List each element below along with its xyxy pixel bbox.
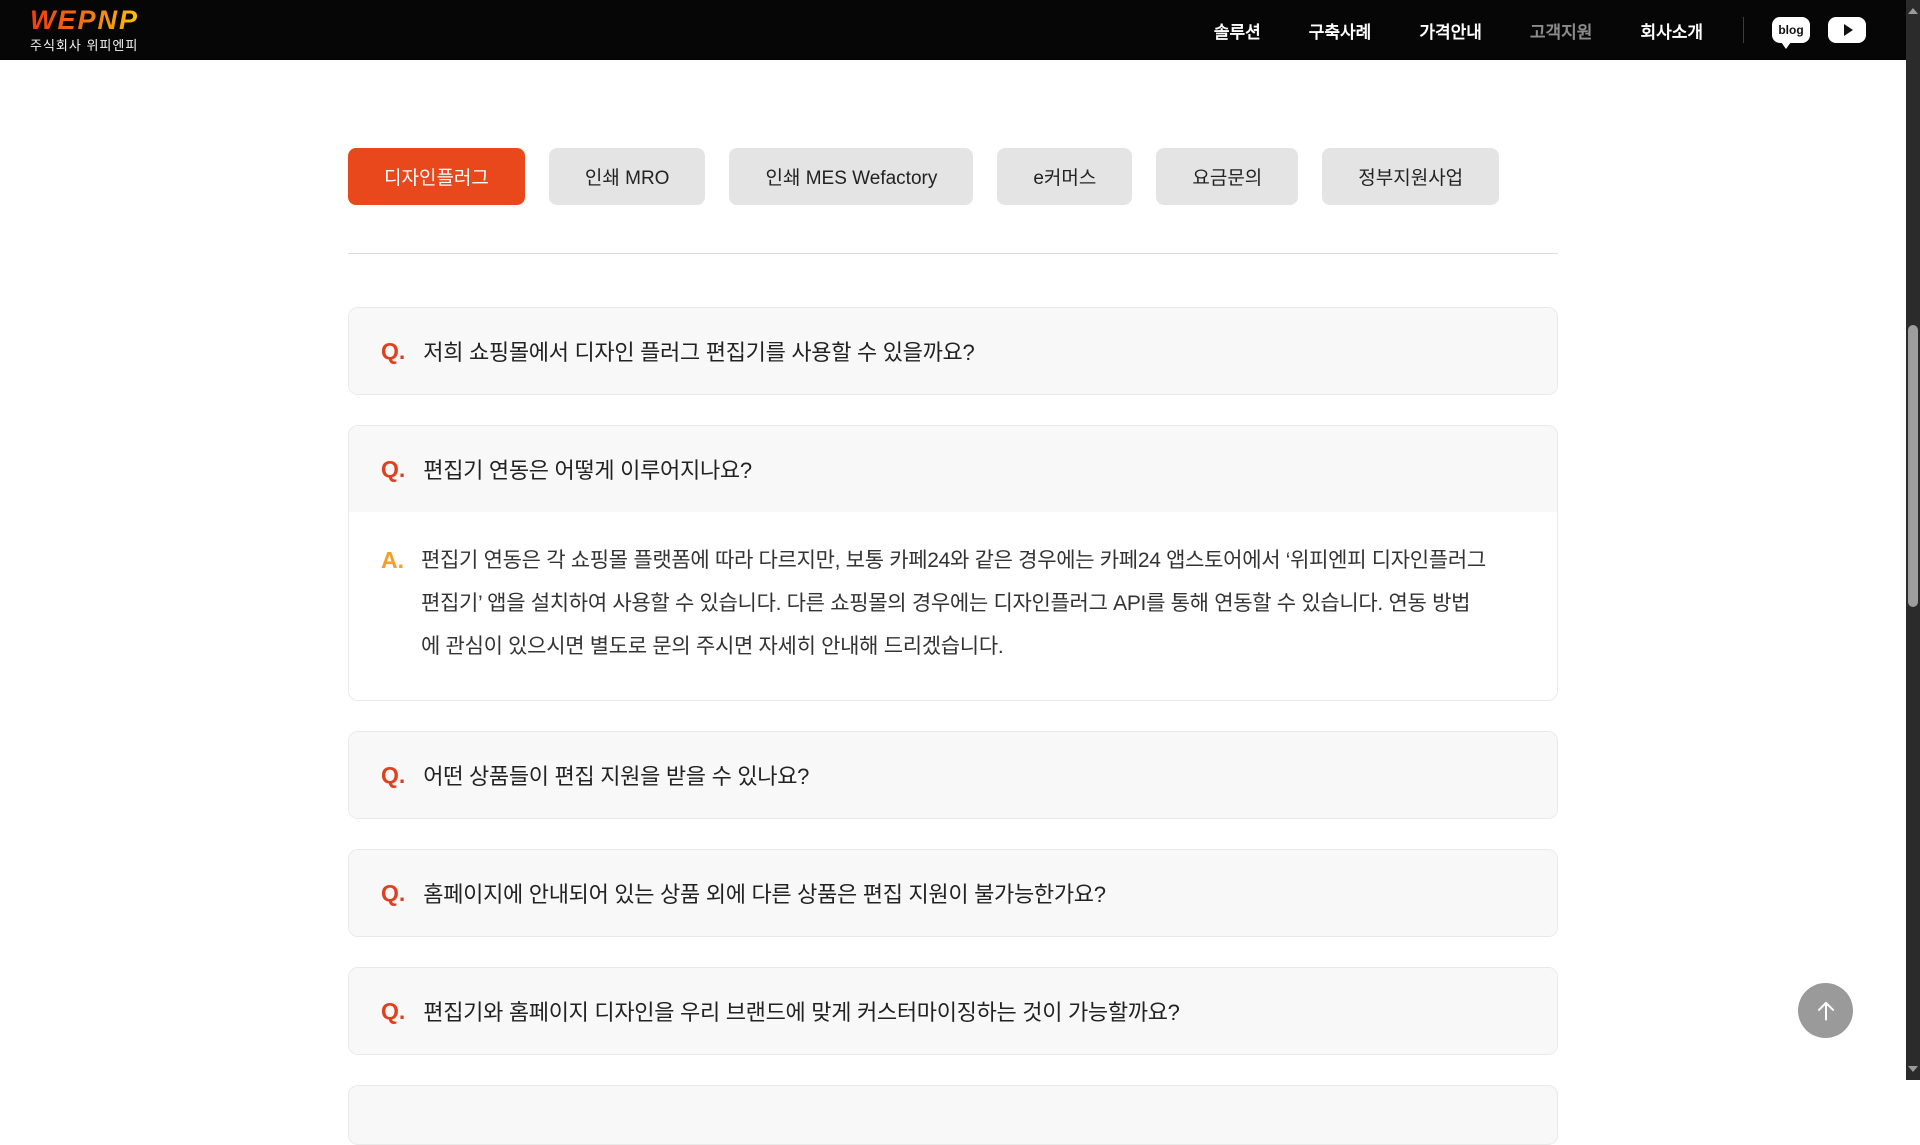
- page-content: 디자인플러그 인쇄 MRO 인쇄 MES Wefactory e커머스 요금문의…: [0, 60, 1906, 1145]
- scrollbar-down-arrow-icon[interactable]: [1908, 1064, 1918, 1074]
- tab-print-mro[interactable]: 인쇄 MRO: [549, 148, 706, 205]
- faq-question-row: Q. 편집기와 홈페이지 디자인을 우리 브랜드에 맞게 커스터마이징하는 것이…: [349, 968, 1557, 1054]
- faq-item-1[interactable]: Q. 저희 쇼핑몰에서 디자인 플러그 편집기를 사용할 수 있을까요?: [348, 307, 1558, 395]
- faq-answer-row: A. 편집기 연동은 각 쇼핑몰 플랫폼에 따라 다르지만, 보통 카페24와 …: [349, 512, 1557, 700]
- faq-question-text: 어떤 상품들이 편집 지원을 받을 수 있나요?: [423, 759, 809, 791]
- faq-question-text: 편집기 연동은 어떻게 이루어지나요?: [423, 453, 751, 485]
- faq-question-text: 저희 쇼핑몰에서 디자인 플러그 편집기를 사용할 수 있을까요?: [423, 335, 974, 367]
- tab-print-mes-wefactory[interactable]: 인쇄 MES Wefactory: [729, 148, 973, 205]
- faq-list: Q. 저희 쇼핑몰에서 디자인 플러그 편집기를 사용할 수 있을까요? Q. …: [348, 307, 1558, 1145]
- faq-item-6-partial[interactable]: [348, 1085, 1558, 1145]
- tab-gov-support[interactable]: 정부지원사업: [1322, 148, 1499, 205]
- faq-question-row: Q. 편집기 연동은 어떻게 이루어지나요?: [349, 426, 1557, 512]
- q-prefix: Q.: [381, 338, 405, 365]
- faq-question-row: Q. 어떤 상품들이 편집 지원을 받을 수 있나요?: [349, 732, 1557, 818]
- social-icons: blog: [1772, 17, 1866, 43]
- play-icon: [1844, 24, 1853, 36]
- faq-question-text: 편집기와 홈페이지 디자인을 우리 브랜드에 맞게 커스터마이징하는 것이 가능…: [423, 995, 1179, 1027]
- faq-item-2-expanded[interactable]: Q. 편집기 연동은 어떻게 이루어지나요? A. 편집기 연동은 각 쇼핑몰 …: [348, 425, 1558, 701]
- faq-question-text: 홈페이지에 안내되어 있는 상품 외에 다른 상품은 편집 지원이 불가능한가요…: [423, 877, 1105, 909]
- main-nav: 솔루션 구축사례 가격안내 고객지원 회사소개: [1214, 18, 1703, 43]
- tab-ecommerce[interactable]: e커머스: [997, 148, 1132, 205]
- window-scrollbar[interactable]: [1906, 0, 1920, 1080]
- arrow-up-icon: [1813, 998, 1839, 1024]
- logo-wordmark: WEPNP: [30, 6, 139, 34]
- faq-question-row: Q. 저희 쇼핑몰에서 디자인 플러그 편집기를 사용할 수 있을까요?: [349, 308, 1557, 394]
- nav-item-cases[interactable]: 구축사례: [1309, 18, 1372, 43]
- scroll-to-top-button[interactable]: [1798, 983, 1853, 1038]
- company-logo[interactable]: WEPNP 주식회사 위피엔피: [30, 6, 139, 54]
- top-navbar: WEPNP 주식회사 위피엔피 솔루션 구축사례 가격안내 고객지원 회사소개 …: [0, 0, 1906, 60]
- faq-item-4[interactable]: Q. 홈페이지에 안내되어 있는 상품 외에 다른 상품은 편집 지원이 불가능…: [348, 849, 1558, 937]
- q-prefix: Q.: [381, 762, 405, 789]
- tab-design-plug[interactable]: 디자인플러그: [348, 148, 525, 205]
- nav-item-solution[interactable]: 솔루션: [1214, 18, 1261, 43]
- q-prefix: Q.: [381, 998, 405, 1025]
- faq-item-5[interactable]: Q. 편집기와 홈페이지 디자인을 우리 브랜드에 맞게 커스터마이징하는 것이…: [348, 967, 1558, 1055]
- faq-answer-text: 편집기 연동은 각 쇼핑몰 플랫폼에 따라 다르지만, 보통 카페24와 같은 …: [421, 549, 1486, 658]
- logo-subtitle: 주식회사 위피엔피: [30, 35, 139, 54]
- q-prefix: Q.: [381, 456, 405, 483]
- tab-pricing-inquiry[interactable]: 요금문의: [1156, 148, 1298, 205]
- section-divider: [348, 253, 1558, 254]
- nav-divider: [1743, 17, 1744, 43]
- scrollbar-thumb[interactable]: [1908, 325, 1918, 607]
- blog-icon[interactable]: blog: [1772, 17, 1810, 43]
- youtube-icon[interactable]: [1828, 17, 1866, 43]
- a-prefix: A.: [381, 539, 404, 582]
- faq-question-row: Q. 홈페이지에 안내되어 있는 상품 외에 다른 상품은 편집 지원이 불가능…: [349, 850, 1557, 936]
- q-prefix: Q.: [381, 880, 405, 907]
- faq-item-3[interactable]: Q. 어떤 상품들이 편집 지원을 받을 수 있나요?: [348, 731, 1558, 819]
- nav-item-about[interactable]: 회사소개: [1640, 18, 1703, 43]
- scrollbar-up-arrow-icon[interactable]: [1908, 6, 1918, 16]
- faq-category-tabs: 디자인플러그 인쇄 MRO 인쇄 MES Wefactory e커머스 요금문의…: [348, 148, 1558, 205]
- nav-item-pricing[interactable]: 가격안내: [1419, 18, 1482, 43]
- nav-item-support[interactable]: 고객지원: [1530, 18, 1593, 43]
